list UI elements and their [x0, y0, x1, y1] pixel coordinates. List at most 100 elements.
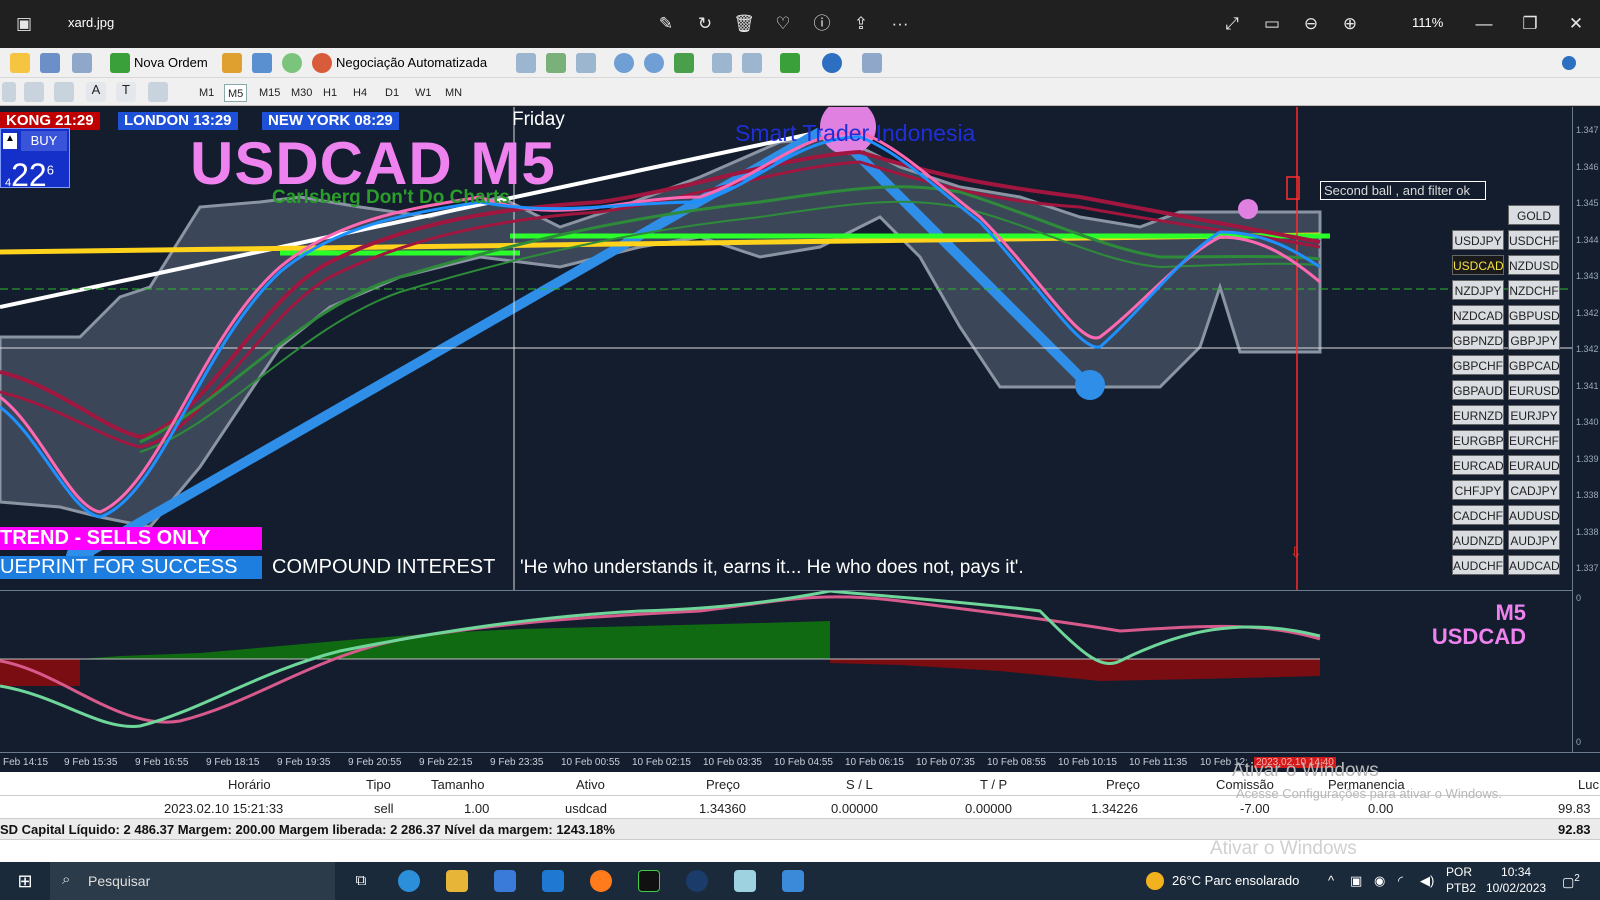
header-price[interactable]: Preço: [706, 777, 740, 792]
history-icon[interactable]: [222, 53, 242, 73]
pair-button-usdchf[interactable]: USDCHF: [1508, 230, 1560, 250]
pair-button-eurcad[interactable]: EURCAD: [1452, 455, 1504, 475]
language-indicator[interactable]: POR PTB2: [1446, 864, 1476, 896]
pair-button-gbpcad[interactable]: GBPCAD: [1508, 355, 1560, 375]
candlestick-icon[interactable]: [546, 53, 566, 73]
pair-button-gold[interactable]: GOLD: [1508, 205, 1560, 225]
store-icon[interactable]: [494, 870, 516, 892]
more-options-icon[interactable]: ···: [888, 12, 912, 36]
timeframe-m30[interactable]: M30: [288, 84, 315, 102]
new-order-icon[interactable]: [110, 53, 130, 73]
zoom-level[interactable]: 111%: [1412, 15, 1443, 30]
auto-trading-button[interactable]: Negociação Automatizada: [336, 55, 487, 70]
favorite-icon[interactable]: ♡: [771, 12, 795, 36]
pair-button-gbpusd[interactable]: GBPUSD: [1508, 305, 1560, 325]
pair-button-eurjpy[interactable]: EURJPY: [1508, 405, 1560, 425]
search-box[interactable]: ⌕ Pesquisar: [50, 862, 335, 900]
pair-button-gbpaud[interactable]: GBPAUD: [1452, 380, 1504, 400]
maximize-icon[interactable]: ❐: [1518, 12, 1542, 36]
search-icon[interactable]: [1562, 56, 1576, 70]
timeframe-d1[interactable]: D1: [382, 84, 402, 102]
window-icon[interactable]: [40, 53, 60, 73]
mail-icon[interactable]: [542, 870, 564, 892]
autoscroll-icon[interactable]: [712, 53, 732, 73]
indicator-window[interactable]: M5 USDCAD: [0, 590, 1572, 752]
pair-button-gbpchf[interactable]: GBPCHF: [1452, 355, 1504, 375]
header-current-price[interactable]: Preço: [1106, 777, 1140, 792]
header-size[interactable]: Tamanho: [431, 777, 484, 792]
pair-button-chfjpy[interactable]: CHFJPY: [1452, 480, 1504, 500]
pair-button-usdcad[interactable]: USDCAD: [1452, 255, 1504, 275]
timeframe-m15[interactable]: M15: [256, 84, 283, 102]
firefox-icon[interactable]: [590, 870, 612, 892]
timeframe-m1[interactable]: M1: [196, 84, 217, 102]
pair-button-nzdcad[interactable]: NZDCAD: [1452, 305, 1504, 325]
header-profit[interactable]: Luc: [1578, 777, 1599, 792]
task-view-icon[interactable]: ⧉: [350, 870, 372, 892]
timeframe-h1[interactable]: H1: [320, 84, 340, 102]
text-tool-icon[interactable]: A: [86, 82, 106, 102]
tray-network-icon[interactable]: ◉: [1374, 873, 1385, 889]
header-asset[interactable]: Ativo: [576, 777, 605, 792]
timeframe-mn[interactable]: MN: [442, 84, 465, 102]
pair-button-audnzd[interactable]: AUDNZD: [1452, 530, 1504, 550]
tile-windows-icon[interactable]: [674, 53, 694, 73]
chart-zoom-out-icon[interactable]: [644, 53, 664, 73]
tray-device-icon[interactable]: ▣: [1350, 873, 1362, 889]
close-icon[interactable]: ✕: [1564, 12, 1588, 36]
steam-icon[interactable]: [686, 870, 708, 892]
chart-zoom-in-icon[interactable]: [614, 53, 634, 73]
pair-button-cadchf[interactable]: CADCHF: [1452, 505, 1504, 525]
weather-text[interactable]: 26°C Parc ensolarado: [1172, 873, 1299, 888]
arrows-tool-icon[interactable]: [148, 82, 168, 102]
tray-chevron-icon[interactable]: ^: [1328, 873, 1334, 888]
minimize-icon[interactable]: —: [1472, 12, 1496, 36]
pair-button-nzdusd[interactable]: NZDUSD: [1508, 255, 1560, 275]
pair-button-gbpjpy[interactable]: GBPJPY: [1508, 330, 1560, 350]
pair-button-eurnzd[interactable]: EURNZD: [1452, 405, 1504, 425]
rotate-icon[interactable]: ↻: [693, 12, 717, 36]
line-tool-icon[interactable]: [2, 82, 16, 102]
signals-icon[interactable]: [282, 53, 302, 73]
pair-button-gbpnzd[interactable]: GBPNZD: [1452, 330, 1504, 350]
pair-button-euraud[interactable]: EURAUD: [1508, 455, 1560, 475]
app-icon[interactable]: [734, 870, 756, 892]
pair-button-nzdjpy[interactable]: NZDJPY: [1452, 280, 1504, 300]
pair-button-eurusd[interactable]: EURUSD: [1508, 380, 1560, 400]
info-icon[interactable]: ⓘ: [810, 12, 834, 36]
profiles-icon[interactable]: [72, 53, 92, 73]
header-time[interactable]: Horário: [228, 777, 271, 792]
expand-icon[interactable]: ⤢: [1220, 12, 1244, 36]
indicators-icon[interactable]: [780, 53, 800, 73]
fit-window-icon[interactable]: ▭: [1260, 12, 1284, 36]
periods-icon[interactable]: [822, 53, 842, 73]
weather-icon[interactable]: [1146, 872, 1164, 890]
file-explorer-icon[interactable]: [446, 870, 468, 892]
fibonacci-tool-icon[interactable]: [54, 82, 74, 102]
tray-volume-icon[interactable]: ◀): [1420, 873, 1434, 889]
pair-button-usdjpy[interactable]: USDJPY: [1452, 230, 1504, 250]
pair-button-audchf[interactable]: AUDCHF: [1452, 555, 1504, 575]
edit-image-icon[interactable]: ✎: [654, 12, 678, 36]
pair-button-audjpy[interactable]: AUDJPY: [1508, 530, 1560, 550]
buy-up-arrow-icon[interactable]: ▲: [3, 133, 17, 149]
header-type[interactable]: Tipo: [366, 777, 391, 792]
zoom-in-icon[interactable]: ⊕: [1338, 12, 1362, 36]
header-tp[interactable]: T / P: [980, 777, 1007, 792]
tray-wifi-icon[interactable]: ◜: [1398, 873, 1403, 889]
print-icon[interactable]: [252, 53, 272, 73]
pair-button-audcad[interactable]: AUDCAD: [1508, 555, 1560, 575]
metatrader-icon[interactable]: [638, 870, 660, 892]
pair-button-eurgbp[interactable]: EURGBP: [1452, 430, 1504, 450]
bar-chart-icon[interactable]: [516, 53, 536, 73]
pair-button-audusd[interactable]: AUDUSD: [1508, 505, 1560, 525]
notifications-icon[interactable]: ▢2: [1562, 873, 1580, 890]
price-chart[interactable]: ⇩ KONG 21:29 LONDON 13:29 NEW YORK 08:29…: [0, 107, 1572, 590]
buy-button[interactable]: BUY: [21, 131, 67, 151]
templates-icon[interactable]: [862, 53, 882, 73]
clock[interactable]: 10:34 10/02/2023: [1486, 864, 1546, 896]
windows-start-icon[interactable]: ⊞: [14, 870, 36, 892]
line-chart-icon[interactable]: [576, 53, 596, 73]
favorites-icon[interactable]: [10, 53, 30, 73]
new-order-button[interactable]: Nova Ordem: [134, 55, 208, 70]
